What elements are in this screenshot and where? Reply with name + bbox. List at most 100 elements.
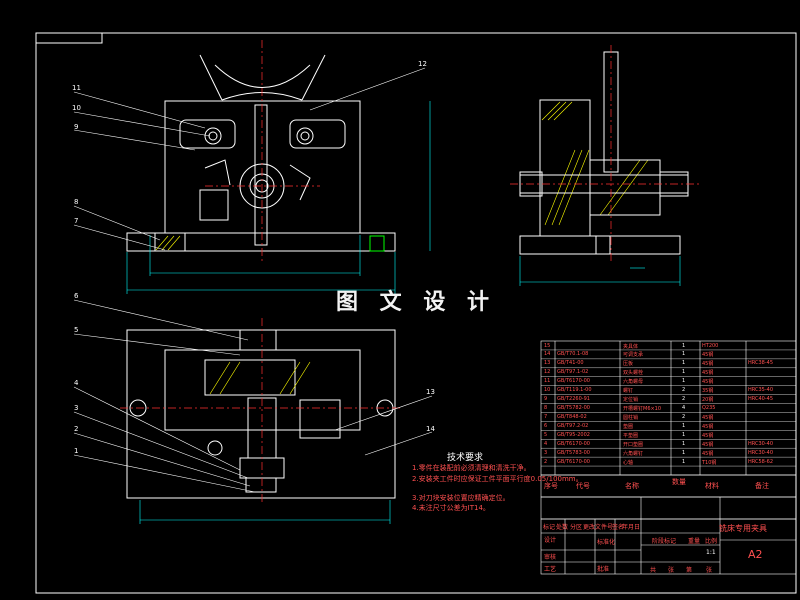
bom-header-code: 代号: [576, 482, 590, 490]
balloon-14: 14: [426, 425, 435, 433]
bom-cell-code: GB/T6170-00: [557, 440, 590, 447]
bom-cell-name: 双头螺栓: [623, 370, 644, 377]
balloon-11: 11: [72, 84, 81, 92]
bom-cell-name: 夹具体: [623, 343, 639, 350]
balloon-2: 2: [74, 425, 79, 433]
bom-header-qty: 数量: [672, 478, 686, 486]
bom-cell-qty: 1: [682, 342, 686, 349]
bom-cell-material: 45钢: [702, 441, 714, 448]
bom-cell-name: 六角螺母: [623, 379, 644, 386]
tb-row-design: 设计: [544, 537, 557, 544]
bom-cell-material: T10钢: [702, 459, 717, 466]
bom-cell-name: 心轴: [623, 459, 634, 466]
bom-cell-material: 45钢: [702, 352, 714, 359]
bom-cell-qty: 1: [682, 351, 686, 358]
bom-cell-no: 12: [544, 369, 551, 376]
tb-label-date: 年月日: [622, 524, 641, 531]
bom-cell-code: GB/T41-00: [557, 360, 584, 367]
base-plate: [126, 232, 396, 252]
bom-cell-qty: 1: [682, 449, 686, 456]
balloon-12: 12: [418, 60, 427, 68]
front-view: [126, 40, 431, 294]
bom-cell-note: HRC35-40: [748, 387, 774, 394]
bom-cell-qty: 1: [682, 360, 686, 367]
bom-cell-qty: 1: [682, 431, 686, 438]
bom-cell-no: 15: [544, 342, 551, 349]
bom-cell-code: GB/T6170-00: [557, 378, 590, 385]
balloon-13: 13: [426, 388, 435, 396]
tb-scale-value: 1:1: [706, 549, 716, 556]
bom-cell-note: HRC38-45: [748, 360, 774, 367]
tech-requirement-4: 4.未注尺寸公差为IT14。: [412, 504, 490, 512]
tb-sheets-total: 共: [650, 567, 657, 574]
bom-cell-code: GB/T2260-91: [557, 396, 590, 403]
tech-requirement-3: 3.对刀块安装位置应精确定位。: [412, 494, 510, 502]
bom-cell-code: GB/T97.1-02: [557, 369, 589, 376]
bom-cell-no: 11: [544, 378, 551, 385]
bom-cell-material: HT200: [702, 342, 719, 349]
bom-cell-code: GB/T119.1-00: [557, 387, 592, 394]
bom-cell-code: GB/T97.2-02: [557, 422, 589, 429]
bom-cell-no: 5: [544, 431, 548, 438]
bom-cell-no: 6: [544, 422, 548, 429]
drawing-title: 铣床专用夹具: [719, 524, 767, 533]
sheet-size: A2: [748, 548, 763, 561]
bom-header-note: 备注: [755, 482, 769, 490]
bom-cell-no: 7: [544, 413, 548, 420]
tb-row-review: 审核: [544, 554, 557, 561]
tb-sheets-no: 第: [686, 567, 693, 574]
bom-cell-code: GB/T5782-00: [557, 405, 590, 412]
bom-cell-name: 压板: [623, 361, 634, 368]
tb-label-approve: 批准: [597, 566, 610, 573]
balloon-6: 6: [74, 292, 79, 300]
balloon-10: 10: [72, 104, 81, 112]
bom-cell-qty: 2: [682, 396, 686, 403]
bom-header-no: 序号: [544, 482, 558, 490]
bom-cell-qty: 1: [682, 458, 686, 465]
bom-cell-code: GB/T70.1-08: [557, 351, 589, 358]
bom-cell-material: 45钢: [702, 361, 714, 368]
bom-cell-note: HRC58-62: [748, 458, 774, 465]
bom-cell-code: GB/T6170-00: [557, 458, 590, 465]
watermark-text: 图 文 设 计: [336, 289, 496, 315]
bom-cell-code: GB/T95-2002: [557, 431, 590, 438]
bom-cell-code: GB/T848-02: [557, 413, 587, 420]
bom-cell-no: 13: [544, 360, 551, 367]
bom-cell-qty: 4: [682, 405, 686, 412]
balloon-7: 7: [74, 217, 79, 225]
tb-sheets-unit-2: 张: [706, 567, 713, 574]
tb-label-change: 更改文件号: [583, 524, 614, 531]
tb-label-standard: 标准化: [597, 539, 616, 546]
tech-requirements-title: 技术要求: [447, 453, 484, 463]
top-view: [120, 318, 400, 524]
tb-label-count: 处数: [556, 524, 569, 531]
bom-cell-name: 开槽螺钉M6×10: [623, 406, 662, 413]
bom-cell-qty: 2: [682, 413, 686, 420]
bom-cell-qty: 1: [682, 440, 686, 447]
tb-label-zone: 分区: [570, 524, 583, 531]
bom-cell-qty: 1: [682, 369, 686, 376]
bom-cell-no: 4: [544, 440, 548, 447]
bom-cell-no: 14: [544, 351, 551, 358]
bom-cell-name: 定位销: [623, 397, 639, 404]
bom-cell-material: 45钢: [702, 423, 714, 430]
bom-cell-material: Q235: [702, 405, 716, 412]
bom-cell-no: 8: [544, 405, 548, 412]
balloon-9: 9: [74, 123, 79, 131]
bom-cell-qty: 1: [682, 422, 686, 429]
bom-cell-no: 2: [544, 458, 548, 465]
tb-label-stage: 阶段标记: [652, 538, 677, 545]
bom-cell-note: HRC40-45: [748, 396, 774, 403]
balloon-5: 5: [74, 326, 79, 334]
bom-cell-name: 六角螺钉: [623, 450, 644, 457]
tb-label-mark: 标记: [543, 524, 556, 531]
bom-cell-qty: 1: [682, 378, 686, 385]
bom-cell-material: 45钢: [702, 379, 714, 386]
tech-requirement-1: 1.零件在装配前必须清理和清洗干净。: [412, 464, 531, 472]
bom-header-name: 名称: [625, 482, 639, 490]
bom-cell-name: 垫圈: [623, 423, 634, 430]
balloon-3: 3: [74, 404, 79, 412]
bom-cell-note: HRC30-40: [748, 449, 774, 456]
bom-header-material: 材料: [705, 482, 719, 490]
balloon-1: 1: [74, 447, 79, 455]
